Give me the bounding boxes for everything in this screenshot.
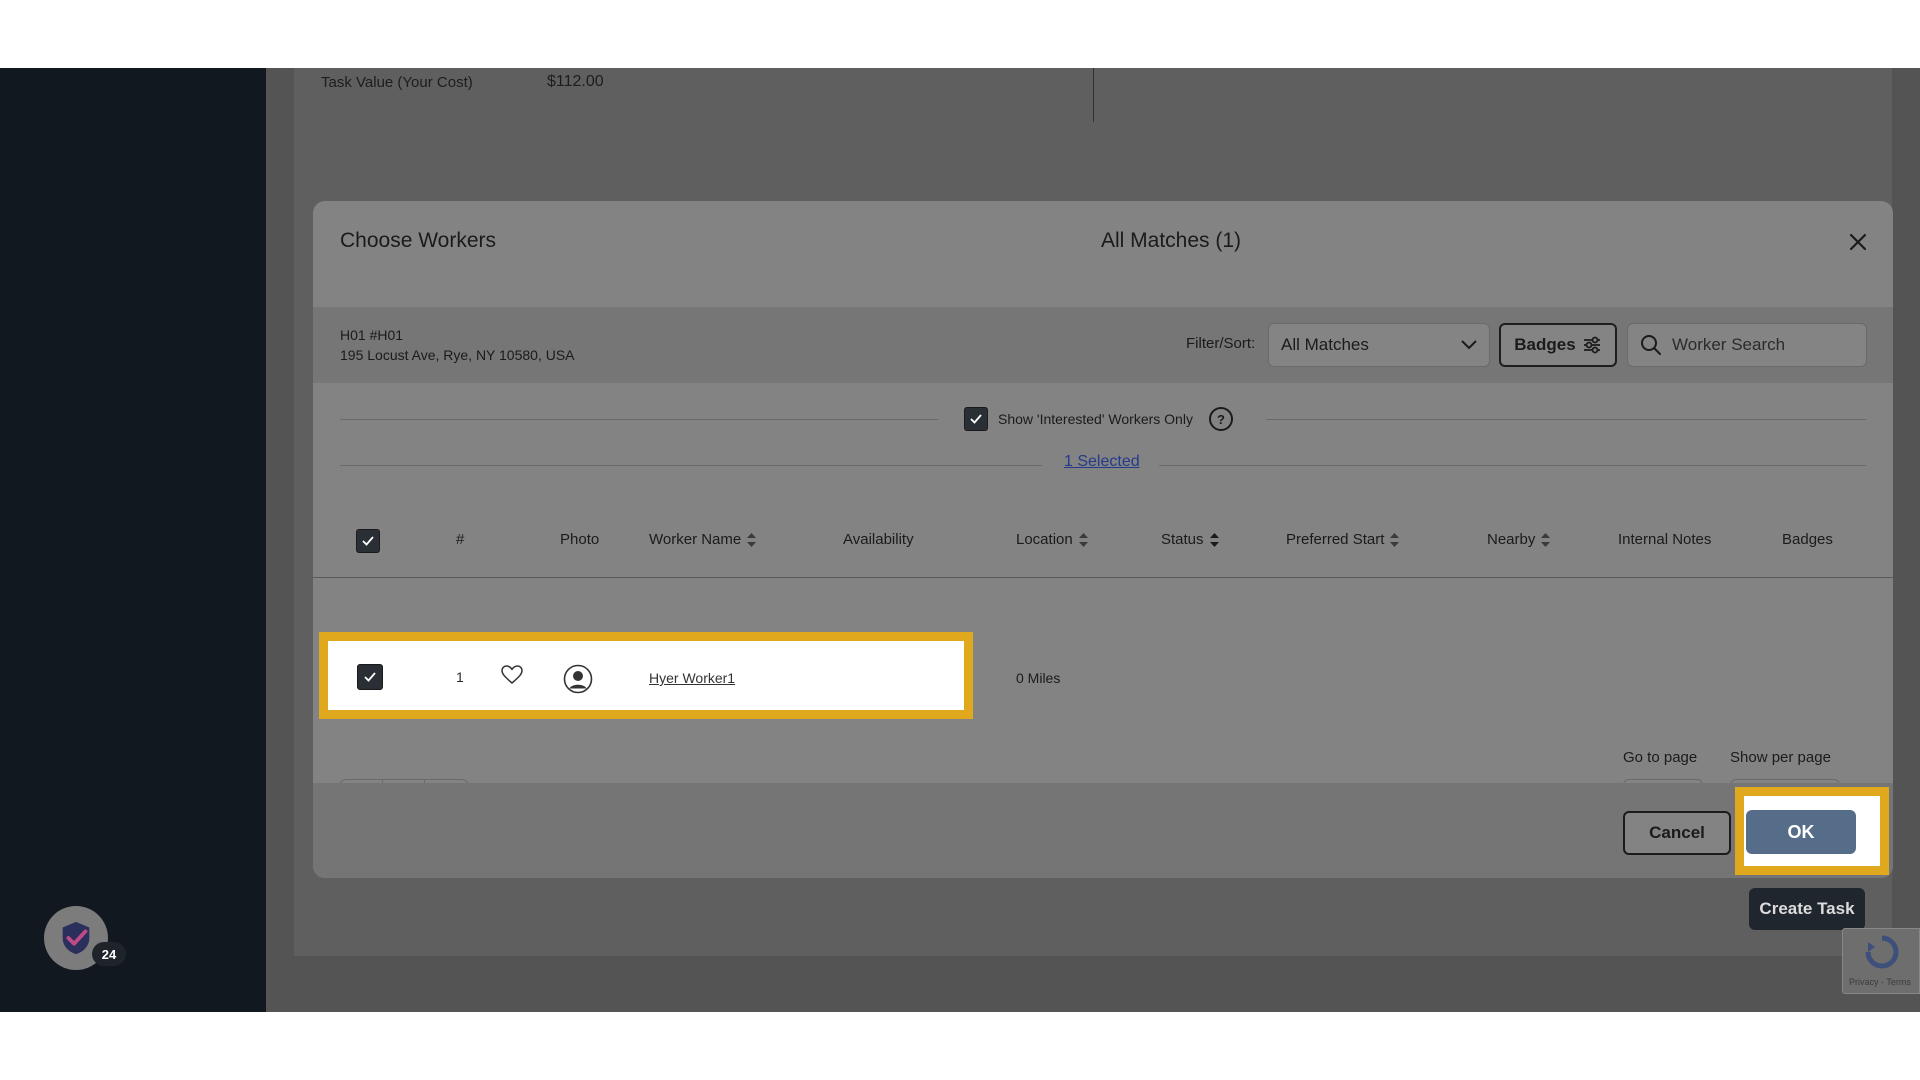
chevron-down-icon [1461,340,1477,350]
choose-workers-modal: Choose Workers All Matches (1) H01 #H01 … [313,201,1893,878]
modal-header: Choose Workers All Matches (1) [313,201,1893,307]
sliders-icon [1583,336,1600,354]
divider [1266,419,1866,420]
column-preferred-start[interactable]: Preferred Start [1286,531,1400,548]
column-photo-label: Photo [560,531,600,548]
column-internal-notes: Internal Notes [1618,531,1711,548]
sidebar: 24 [0,68,266,1012]
site-code: H01 #H01 [340,327,404,343]
select-all-checkbox[interactable] [356,529,380,553]
worker-name[interactable]: Hyer Worker1 [649,670,735,686]
row-select-checkbox[interactable] [357,664,383,690]
column-location[interactable]: Location [1016,531,1088,548]
column-photo: Photo [560,531,599,548]
matches-title: All Matches (1) [1101,229,1242,252]
checkmark-icon [970,414,982,424]
sort-icon [1209,532,1219,547]
worker-name-link[interactable]: Hyer Worker1 [649,670,735,686]
column-badges: Badges [1782,531,1833,548]
badges-button-label: Badges [1514,335,1576,354]
sort-icon [747,532,757,547]
table-divider [313,577,1893,578]
close-icon [1849,233,1867,251]
badges-filter-button[interactable]: Badges [1499,323,1617,367]
interested-only-checkbox[interactable] [964,407,988,431]
column-internal-notes-label: Internal Notes [1618,531,1712,548]
table-header: # Photo Worker Name Availability Locatio… [313,517,1893,565]
column-badges-label: Badges [1782,531,1833,548]
go-to-page-label: Go to page [1623,749,1698,766]
row-index: 1 [456,669,464,685]
check-shield-icon [62,921,90,955]
filter-sort-select[interactable]: All Matches [1268,323,1490,367]
search-icon [1641,335,1661,355]
task-value-label: Task Value (Your Cost) [321,74,473,91]
help-icon[interactable]: ? [1208,407,1233,431]
column-number-label: # [456,531,465,548]
column-location-label: Location [1016,531,1073,548]
interested-filter: Show 'Interested' Workers Only ? [964,407,1233,431]
divider [340,419,938,420]
recaptcha-text: Privacy - Terms [1849,977,1911,987]
sort-icon [1541,532,1551,547]
sort-icon [1078,532,1088,547]
notification-count-badge: 24 [92,942,126,966]
worker-search-input[interactable] [1672,335,1852,355]
sort-icon [1390,532,1400,547]
column-availability-label: Availability [843,531,914,548]
column-nearby[interactable]: Nearby [1487,531,1551,548]
column-preferred-start-label: Preferred Start [1286,531,1385,548]
ok-button[interactable]: OK [1746,810,1856,854]
table-row-highlight [319,632,973,719]
cancel-button[interactable]: Cancel [1623,811,1731,855]
site-address: 195 Locust Ave, Rye, NY 10580, USA [340,347,575,363]
modal-title: Choose Workers [340,229,497,252]
divider [1159,465,1866,466]
worker-location: 0 Miles [1016,670,1061,686]
checkmark-icon [362,536,374,546]
column-worker-name[interactable]: Worker Name [649,531,757,548]
column-availability: Availability [843,531,914,548]
close-button[interactable] [1843,227,1873,257]
recaptcha-badge[interactable]: Privacy - Terms [1842,928,1920,994]
filter-sort-value: All Matches [1281,335,1369,354]
create-task-button[interactable]: Create Task [1749,888,1865,930]
per-page-label: Show per page [1730,749,1831,766]
divider [1093,68,1094,122]
interested-only-label: Show 'Interested' Workers Only [998,411,1193,427]
column-nearby-label: Nearby [1487,531,1536,548]
heart-icon[interactable] [501,665,523,685]
recaptcha-icon [1865,935,1899,969]
checkmark-icon [364,672,376,682]
worker-search-box[interactable] [1627,323,1867,367]
task-value: $112.00 [547,73,604,90]
filter-sort-label: Filter/Sort: [1186,335,1256,352]
column-status-label: Status [1161,531,1204,548]
divider [340,465,1042,466]
column-worker-name-label: Worker Name [649,531,742,548]
filter-bar: H01 #H01 195 Locust Ave, Rye, NY 10580, … [313,307,1893,383]
selected-count-link[interactable]: 1 Selected [1064,453,1140,471]
app-viewport: 24 Task Value (Your Cost) $112.00 Create… [0,68,1920,1012]
column-status[interactable]: Status [1161,531,1219,548]
modal-footer: Cancel OK [313,783,1893,878]
avatar-icon [563,664,593,694]
column-number: # [456,531,464,548]
